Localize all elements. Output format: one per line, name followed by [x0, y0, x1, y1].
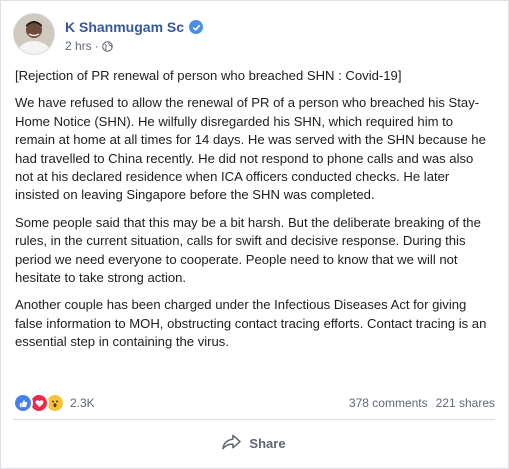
action-divider [13, 419, 495, 420]
post-card: K Shanmugam Sc 2 hrs · [Rejection of PR … [0, 0, 509, 469]
post-header: K Shanmugam Sc 2 hrs · [13, 11, 493, 57]
action-bar: Share [13, 425, 495, 461]
share-button[interactable]: Share [222, 434, 286, 453]
post-timestamp[interactable]: 2 hrs [65, 39, 92, 53]
engagement-row: 2.3K 378 comments 221 shares [13, 393, 495, 413]
author-name[interactable]: K Shanmugam Sc [65, 19, 184, 35]
verified-badge-icon [189, 20, 204, 34]
reaction-count[interactable]: 2.3K [70, 396, 95, 410]
like-icon [13, 393, 33, 413]
reactions-summary[interactable]: 2.3K [13, 393, 95, 413]
share-icon [222, 434, 242, 453]
author-row: K Shanmugam Sc [65, 19, 204, 35]
meta-separator: · [94, 39, 99, 53]
globe-icon[interactable] [101, 40, 113, 52]
comment-share-counts: 378 comments 221 shares [349, 396, 495, 410]
post-body: [Rejection of PR renewal of person who b… [15, 67, 495, 361]
shares-count[interactable]: 221 shares [436, 396, 495, 410]
comments-count[interactable]: 378 comments [349, 396, 428, 410]
post-paragraph: Another couple has been charged under th… [15, 297, 487, 350]
post-meta: 2 hrs · [65, 39, 113, 53]
share-label: Share [249, 435, 286, 451]
avatar[interactable] [13, 13, 55, 55]
post-headline: [Rejection of PR renewal of person who b… [15, 68, 402, 83]
post-paragraph: We have refused to allow the renewal of … [15, 95, 486, 203]
avatar-image [14, 14, 54, 54]
post-paragraph: Some people said that this may be a bit … [15, 214, 481, 286]
